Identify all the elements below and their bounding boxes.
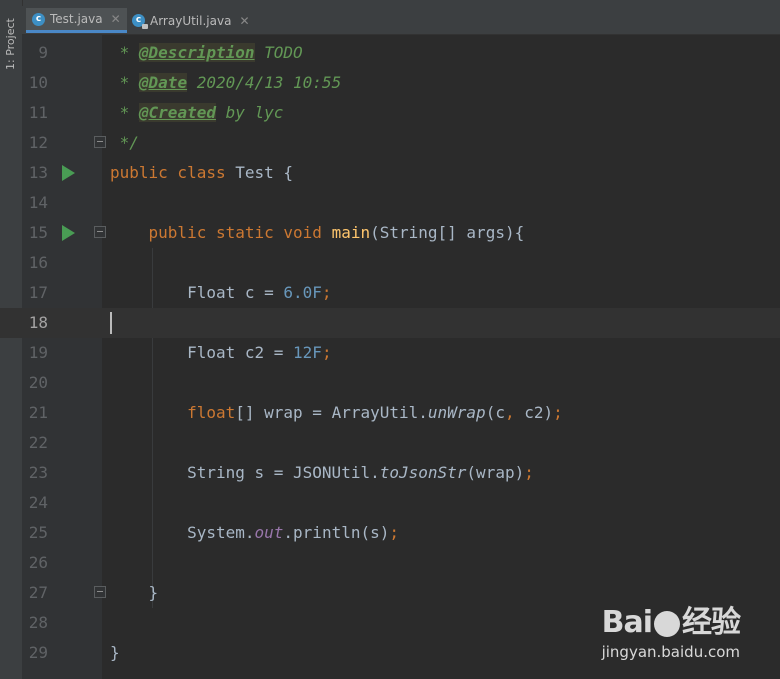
- baidu-logo: Bai 经验: [601, 597, 741, 641]
- code-line[interactable]: 11 * @Created by lyc: [0, 98, 780, 128]
- code-text: String s = JSONUtil.: [187, 463, 380, 482]
- line-number: 20: [28, 373, 48, 392]
- tab-arrayutil-java[interactable]: c ArrayUtil.java ✕: [126, 8, 256, 33]
- fold-icon[interactable]: [94, 226, 106, 238]
- code-text: System.: [187, 523, 255, 542]
- line-number: 28: [28, 613, 48, 632]
- code-text: (String[] args){: [370, 223, 525, 242]
- line-number: 21: [28, 403, 48, 422]
- tab-label: ArrayUtil.java: [150, 13, 232, 28]
- comma: ,: [504, 403, 515, 422]
- line-number: 26: [28, 553, 48, 572]
- baidu-watermark: Bai 经验 jingyan.baidu.com: [601, 597, 741, 661]
- static-field: out: [254, 523, 284, 542]
- javadoc-text: by lyc: [215, 103, 284, 122]
- static-method-call: unWrap: [427, 403, 486, 422]
- javadoc-tag: @Created: [138, 103, 216, 122]
- line-number: 27: [28, 583, 48, 602]
- closing-brace: }: [110, 643, 120, 662]
- editor-tab-bar: c Test.java ✕ c ArrayUtil.java ✕: [22, 6, 780, 35]
- keyword: public class: [110, 163, 226, 182]
- semicolon: ;: [389, 523, 400, 542]
- semicolon: ;: [321, 343, 332, 362]
- code-line[interactable]: 13 public class Test {: [0, 158, 780, 188]
- run-icon[interactable]: [62, 165, 75, 181]
- code-line[interactable]: 19 Float c2 = 12F;: [0, 338, 780, 368]
- current-line[interactable]: 18: [0, 308, 780, 338]
- code-line[interactable]: 17 Float c = 6.0F;: [0, 278, 780, 308]
- number-literal: 12F: [293, 343, 322, 362]
- text-caret: [110, 312, 112, 334]
- line-number: 13: [28, 163, 48, 182]
- method-name: main: [331, 223, 371, 242]
- code-line[interactable]: 21 float[] wrap = ArrayUtil.unWrap(c, c2…: [0, 398, 780, 428]
- static-method-call: toJsonStr: [379, 463, 467, 482]
- number-literal: 6.0F: [283, 283, 322, 302]
- close-icon[interactable]: ✕: [111, 12, 121, 26]
- line-number: 22: [28, 433, 48, 452]
- line-number: 17: [28, 283, 48, 302]
- code-line[interactable]: 16: [0, 248, 780, 278]
- line-number: 10: [28, 73, 48, 92]
- line-number: 29: [28, 643, 48, 662]
- code-editor[interactable]: 9 * @Description TODO 10 * @Date 2020/4/…: [0, 38, 780, 668]
- line-number: 12: [28, 133, 48, 152]
- tab-label: Test.java: [50, 12, 103, 26]
- run-icon[interactable]: [62, 225, 75, 241]
- semicolon: ;: [321, 283, 332, 302]
- line-number: 9: [38, 43, 48, 62]
- close-icon[interactable]: ✕: [239, 14, 249, 28]
- javadoc-end: */: [119, 133, 139, 152]
- keyword: public static void: [148, 223, 322, 242]
- code-line[interactable]: 14: [0, 188, 780, 218]
- semicolon: ;: [524, 463, 534, 482]
- code-line[interactable]: 26: [0, 548, 780, 578]
- line-number: 25: [28, 523, 48, 542]
- line-number: 24: [28, 493, 48, 512]
- semicolon: ;: [553, 403, 563, 422]
- line-number: 15: [28, 223, 48, 242]
- java-class-icon: c: [32, 12, 45, 26]
- code-text: (wrap): [466, 463, 525, 482]
- paw-icon: [653, 610, 680, 637]
- code-line[interactable]: 22: [0, 428, 780, 458]
- code-line[interactable]: 24: [0, 488, 780, 518]
- line-number: 23: [28, 463, 48, 482]
- line-number: 11: [28, 103, 48, 122]
- code-line[interactable]: 20: [0, 368, 780, 398]
- closing-brace: }: [148, 583, 159, 602]
- line-number: 16: [28, 253, 48, 272]
- lock-icon: [142, 24, 148, 29]
- code-text: (c: [485, 403, 505, 422]
- code-text: .println(s): [283, 523, 390, 542]
- keyword: float: [187, 403, 236, 422]
- line-number: 19: [28, 343, 48, 362]
- watermark-url: jingyan.baidu.com: [601, 643, 740, 661]
- javadoc-tag: @Description: [138, 43, 255, 62]
- fold-icon[interactable]: [94, 586, 106, 598]
- code-line[interactable]: 12 */: [0, 128, 780, 158]
- code-line[interactable]: 9 * @Description TODO: [0, 38, 780, 68]
- code-line[interactable]: 10 * @Date 2020/4/13 10:55: [0, 68, 780, 98]
- javadoc-text: 2020/4/13 10:55: [187, 73, 342, 92]
- logo-text-left: Bai: [601, 605, 653, 640]
- code-line[interactable]: 23 String s = JSONUtil.toJsonStr(wrap);: [0, 458, 780, 488]
- code-text: Float c =: [187, 283, 284, 302]
- tab-test-java[interactable]: c Test.java ✕: [26, 8, 127, 33]
- code-line[interactable]: 25 System.out.println(s);: [0, 518, 780, 548]
- javadoc-tag: @Date: [138, 73, 188, 92]
- javadoc-text: TODO: [254, 43, 303, 62]
- logo-text-right: 经验: [681, 605, 741, 640]
- code-text: [] wrap = ArrayUtil.: [235, 403, 428, 422]
- code-text: Float c2 =: [187, 343, 294, 362]
- code-line[interactable]: 15 public static void main(String[] args…: [0, 218, 780, 248]
- code-text: c2): [514, 403, 554, 422]
- code-text: Test {: [225, 163, 294, 182]
- java-class-icon: c: [132, 14, 148, 29]
- line-number: 18: [28, 313, 48, 332]
- line-number: 14: [28, 193, 48, 212]
- fold-icon[interactable]: [94, 136, 106, 148]
